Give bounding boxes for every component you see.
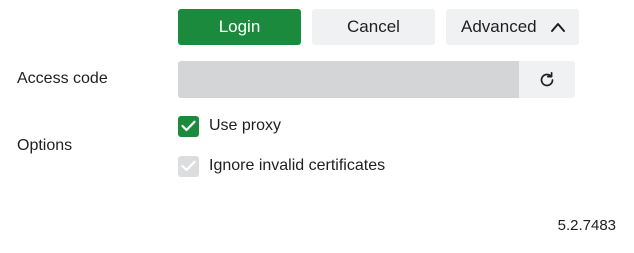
checkmark-icon [181, 120, 196, 132]
refresh-icon [540, 71, 554, 86]
advanced-button[interactable]: Advanced [446, 9, 579, 45]
access-code-field[interactable] [178, 61, 519, 98]
ignore-certificates-label: Ignore invalid certificates [209, 157, 386, 174]
cancel-button[interactable]: Cancel [312, 9, 435, 45]
use-proxy-checkbox[interactable] [178, 115, 199, 137]
ignore-certificates-option: Ignore invalid certificates [178, 155, 385, 177]
advanced-button-label: Advanced [461, 17, 537, 36]
ignore-certificates-checkbox [178, 155, 199, 177]
version-label: 5.2.7483 [557, 217, 616, 234]
chevron-up-icon [551, 23, 565, 32]
login-button[interactable]: Login [178, 9, 301, 45]
use-proxy-option[interactable]: Use proxy [178, 115, 281, 137]
options-label: Options [17, 137, 73, 154]
use-proxy-label: Use proxy [209, 117, 282, 134]
refresh-button[interactable] [519, 61, 575, 98]
checkmark-icon [181, 160, 196, 172]
access-code-label: Access code [17, 70, 108, 87]
